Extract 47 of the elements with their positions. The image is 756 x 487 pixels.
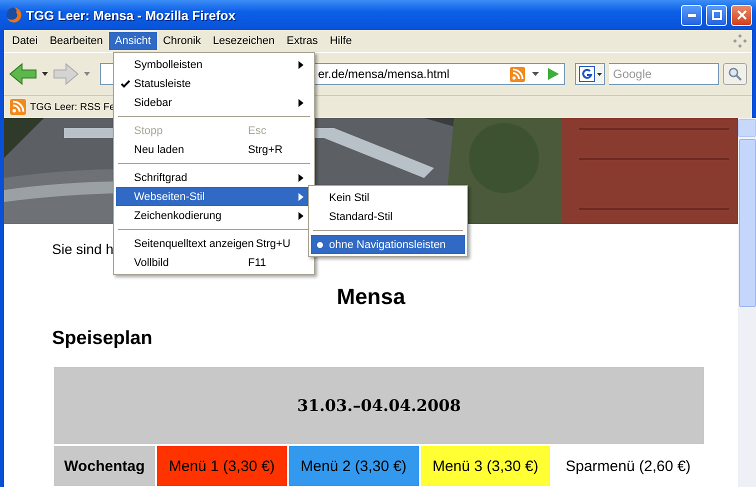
menu-item[interactable]: Kein Stil [311, 188, 465, 207]
scrollbar[interactable] [738, 118, 756, 487]
menu-item[interactable]: Neu laden Strg+R [116, 140, 312, 159]
dropdown-caret-icon [596, 72, 602, 76]
menu-bar-item[interactable]: Chronik [156, 32, 207, 50]
close-icon [736, 10, 746, 20]
search-engine-icon [578, 66, 594, 82]
dropdown-caret-icon[interactable] [42, 72, 48, 76]
column-header-cell: Menü 1 (3,30 €) [156, 444, 287, 486]
menu-bar-item[interactable]: Bearbeiten [44, 32, 109, 50]
scroll-thumb[interactable] [738, 139, 756, 307]
menu-bar-item[interactable]: Datei [6, 32, 44, 50]
rss-feed-icon [10, 99, 26, 115]
page-heading: Mensa [336, 284, 406, 310]
menu-item[interactable]: Standard-Stil [311, 207, 465, 226]
minimize-button[interactable] [681, 4, 702, 26]
menu-item[interactable]: Seitenquelltext anzeigen Strg+U [116, 234, 312, 253]
menu-bar-item[interactable]: Hilfe [324, 32, 358, 50]
minimize-icon [688, 14, 696, 16]
column-header-cell: Menü 3 (3,30 €) [420, 444, 550, 486]
menu-item[interactable]: Sidebar [116, 93, 312, 112]
activity-indicator-icon [732, 33, 748, 49]
search-icon [728, 67, 742, 81]
maximize-button[interactable] [706, 4, 727, 26]
breadcrumb-text: Sie sind h [52, 241, 114, 257]
browser-logo-icon [6, 7, 22, 23]
menu-bar-item[interactable]: Extras [280, 32, 324, 50]
table-title-cell: 31.03.–04.04.2008 [54, 367, 704, 444]
rss-feed-icon[interactable] [510, 66, 525, 82]
section-heading: Speiseplan [52, 328, 154, 350]
go-icon[interactable] [546, 67, 560, 81]
close-button[interactable] [731, 4, 752, 26]
window-title: TGG Leer: Mensa - Mozilla Firefox [26, 8, 236, 22]
menu-bar-item[interactable]: Ansicht [108, 32, 157, 50]
column-header-cell: Menü 2 (3,30 €) [288, 444, 419, 486]
search-field[interactable]: Google [609, 63, 719, 85]
dropdown-caret-icon[interactable] [532, 72, 539, 76]
back-icon[interactable] [8, 62, 38, 86]
maximize-icon [712, 10, 722, 20]
menu-item[interactable]: Schriftgrad [116, 168, 312, 187]
search-button[interactable] [723, 63, 747, 85]
menu-bar-item[interactable]: Lesezeichen [206, 32, 281, 50]
search-engine-selector[interactable] [575, 63, 605, 85]
menu-item[interactable]: ohne Navigationsleisten [311, 235, 465, 254]
menu-item[interactable]: Zeichenkodierung [116, 206, 312, 225]
menu-item[interactable]: Vollbild F11 [116, 253, 312, 272]
column-header-cell: Wochentag [54, 444, 155, 486]
